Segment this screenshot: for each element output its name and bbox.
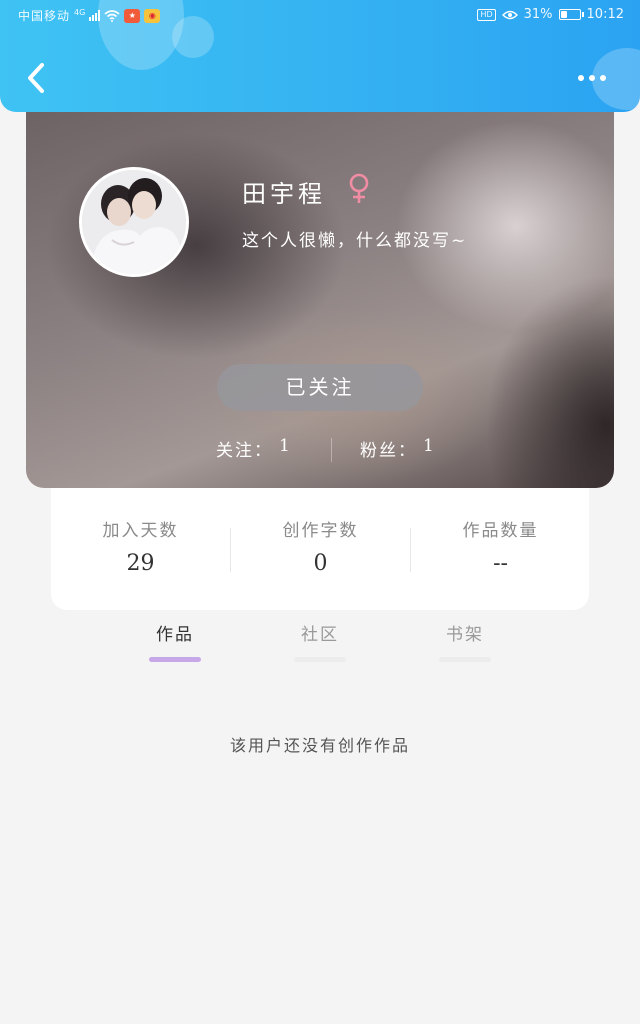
- network-type: 4G: [74, 8, 86, 17]
- fans-stat[interactable]: 粉丝： 1: [360, 436, 436, 466]
- tab-label: 社区: [301, 625, 339, 645]
- fans-count: 1: [423, 436, 436, 456]
- empty-state-message: 该用户还没有创作作品: [229, 736, 410, 755]
- stat-works-count: 作品数量 --: [411, 516, 590, 576]
- stat-label: 创作字数: [282, 521, 359, 541]
- avatar-photo: [82, 170, 186, 274]
- stat-divider: [331, 438, 332, 462]
- battery-percent: 31%: [523, 7, 553, 22]
- status-bar: 中国移动 4G ★ ◉ HD 31% 10:12: [0, 0, 640, 30]
- avatar[interactable]: [79, 167, 189, 277]
- hd-icon: HD: [477, 8, 496, 21]
- tab-indicator: [149, 657, 201, 662]
- battery-level: [560, 11, 567, 18]
- following-count: 1: [279, 436, 292, 456]
- clock: 10:12: [586, 7, 624, 22]
- back-button[interactable]: [22, 60, 52, 96]
- top-header: 中国移动 4G ★ ◉ HD 31% 10:12: [0, 0, 640, 112]
- more-options-button[interactable]: [578, 68, 614, 88]
- tab-bookshelf[interactable]: 书架: [425, 620, 505, 662]
- following-label: 关注：: [216, 441, 273, 461]
- user-bio: 这个人很懒，什么都没写~: [242, 231, 468, 251]
- battery-icon: [558, 9, 584, 20]
- more-dot: [589, 75, 595, 81]
- tab-indicator: [294, 657, 346, 662]
- signal-icon: [89, 10, 101, 21]
- tab-works[interactable]: 作品: [135, 620, 215, 662]
- tab-label: 作品: [156, 625, 194, 645]
- stat-value: 29: [126, 551, 155, 576]
- follow-button[interactable]: 已关注: [217, 364, 423, 411]
- female-symbol-icon: [349, 173, 369, 203]
- stat-label: 加入天数: [102, 521, 179, 541]
- tab-label: 书架: [446, 625, 484, 645]
- stat-word-count: 创作字数 0: [231, 516, 410, 576]
- fans-label: 粉丝：: [360, 441, 417, 461]
- stat-join-days: 加入天数 29: [51, 516, 230, 576]
- tab-indicator: [439, 657, 491, 662]
- app-root: 中国移动 4G ★ ◉ HD 31% 10:12 田宇程 这个人很懒，什么都没写…: [0, 0, 640, 1024]
- chevron-left-icon: [28, 63, 44, 93]
- following-stat[interactable]: 关注： 1: [216, 436, 292, 466]
- stats-panel: 加入天数 29 创作字数 0 作品数量 --: [51, 488, 589, 610]
- wifi-icon: [104, 9, 120, 22]
- stat-label: 作品数量: [462, 521, 539, 541]
- eye-icon: [501, 10, 518, 19]
- profile-card: 田宇程 这个人很懒，什么都没写~ 已关注 关注： 1 粉丝： 1: [26, 96, 614, 488]
- more-dot: [578, 75, 584, 81]
- carrier-label: 中国移动: [18, 9, 71, 23]
- tab-community[interactable]: 社区: [280, 620, 360, 662]
- stat-value: --: [493, 551, 508, 576]
- more-dot: [600, 75, 606, 81]
- weibo-icon: ◉: [144, 8, 161, 23]
- username: 田宇程: [242, 180, 326, 208]
- notification-app-icon: ★: [124, 8, 141, 23]
- stat-value: 0: [313, 551, 328, 576]
